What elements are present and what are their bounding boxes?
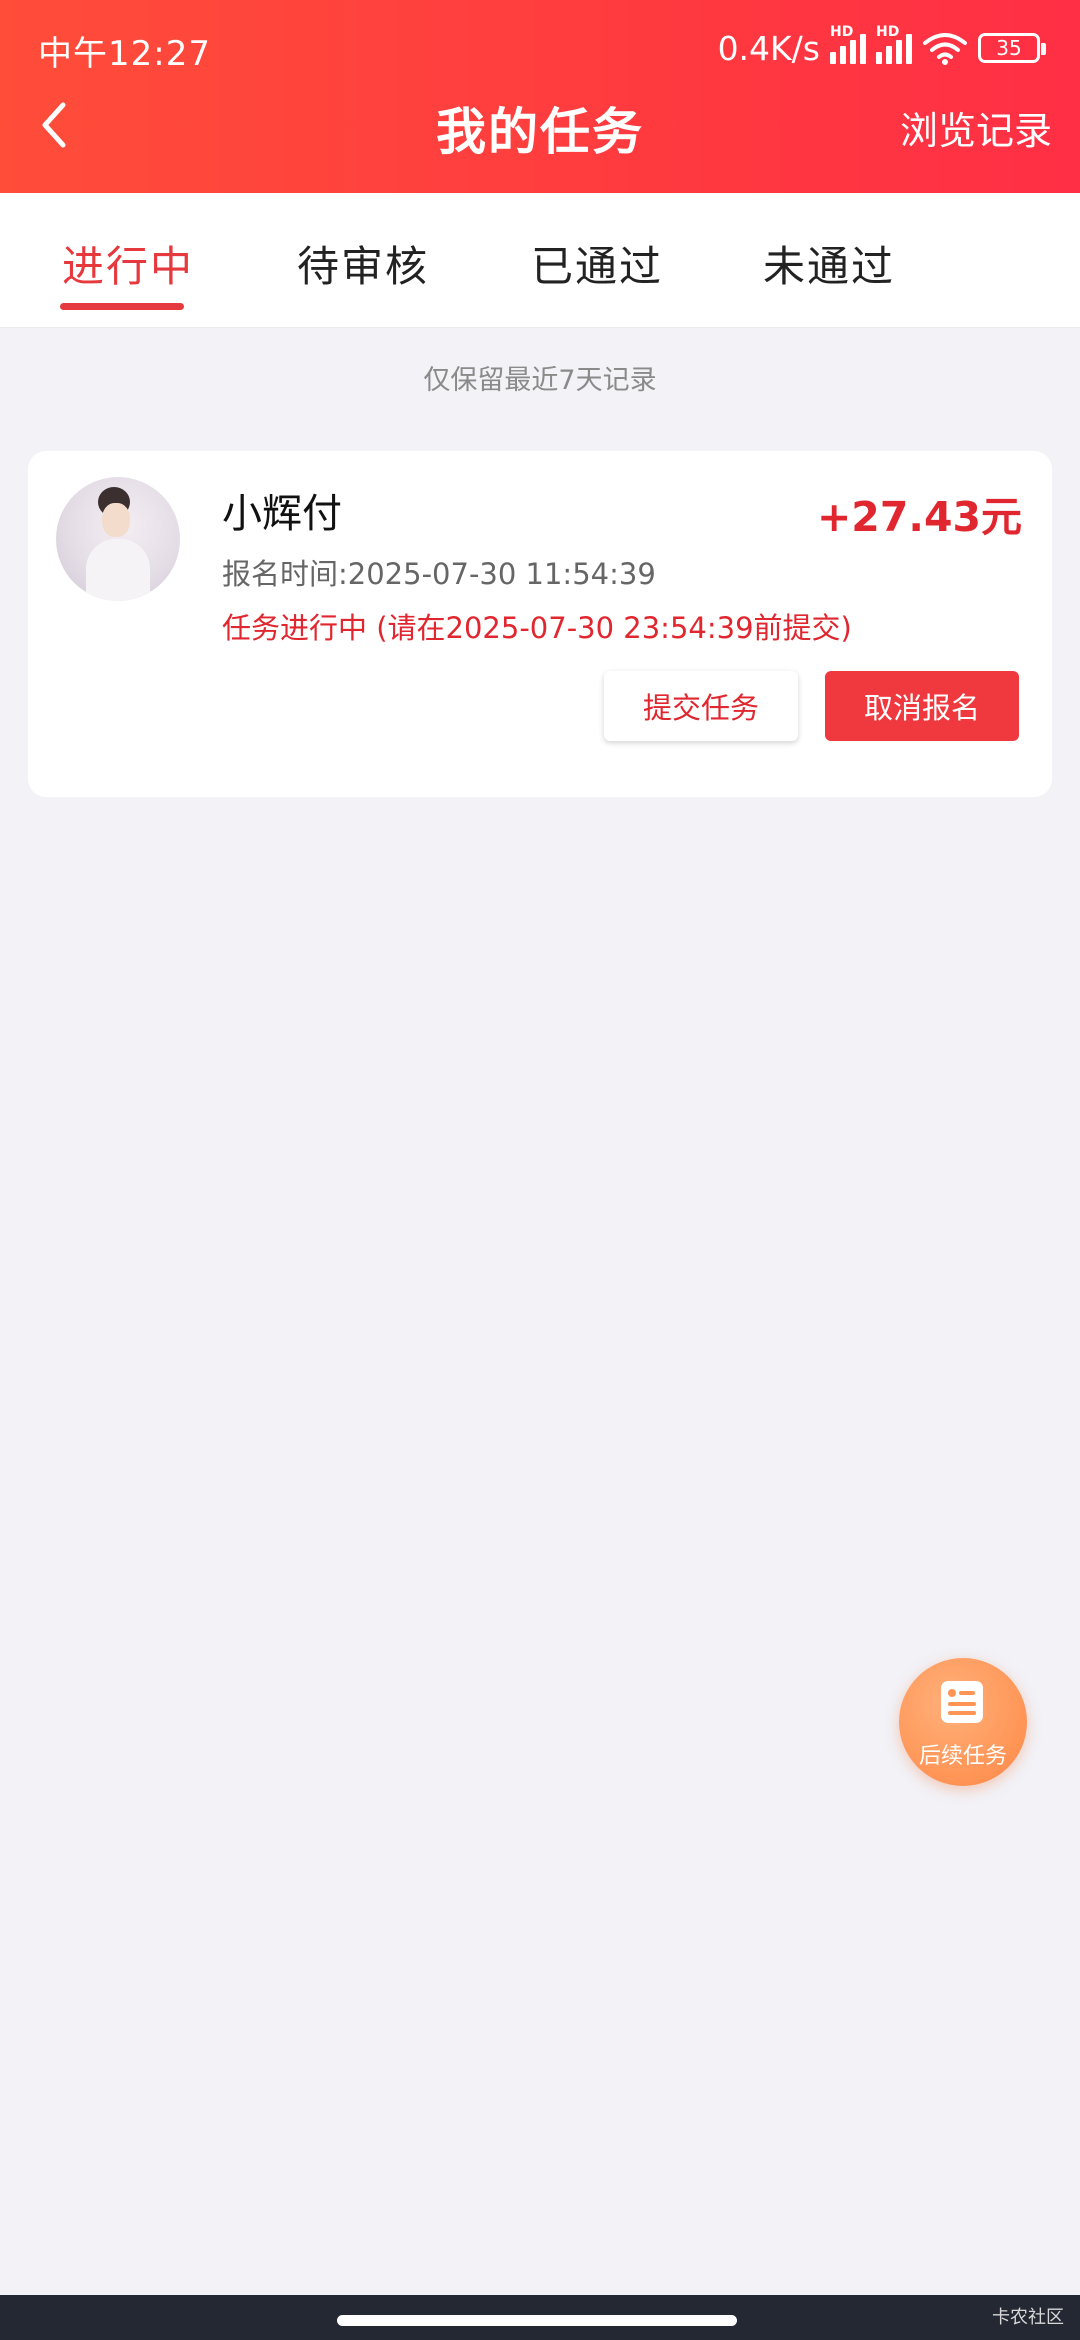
- tab-in-progress[interactable]: 进行中: [62, 233, 194, 294]
- signal-icon-2: HD: [876, 24, 912, 64]
- signal-icon: HD: [830, 24, 866, 64]
- signup-time: 报名时间:2025-07-30 11:54:39: [222, 557, 656, 591]
- tab-rejected[interactable]: 未通过: [763, 233, 895, 294]
- header: 中午12:27 0.4K/s HD HD 35 我的任务 浏览记录: [0, 0, 1080, 193]
- task-name: 小辉付: [222, 491, 342, 537]
- submit-task-button[interactable]: 提交任务: [604, 671, 798, 741]
- system-nav-bar: 卡农社区: [0, 2295, 1080, 2340]
- task-status: 任务进行中 (请在2025-07-30 23:54:39前提交): [222, 611, 852, 645]
- watermark: 卡农社区: [992, 2307, 1064, 2328]
- hd-badge-2: HD: [876, 24, 900, 40]
- browse-history-button[interactable]: 浏览记录: [900, 100, 1052, 155]
- fab-label: 后续任务: [918, 1744, 1007, 1769]
- hd-badge: HD: [830, 24, 854, 40]
- network-speed: 0.4K/s: [717, 28, 820, 68]
- status-time: 中午12:27: [38, 34, 211, 74]
- retention-notice: 仅保留最近7天记录: [423, 365, 657, 396]
- task-reward: +27.43元: [816, 493, 1022, 541]
- status-bar: 中午12:27 0.4K/s HD HD 35: [0, 0, 1080, 96]
- task-card[interactable]: 小辉付 +27.43元 报名时间:2025-07-30 11:54:39 任务进…: [28, 451, 1052, 797]
- wifi-icon: [923, 33, 967, 65]
- cancel-signup-button[interactable]: 取消报名: [825, 671, 1019, 741]
- avatar: [56, 477, 180, 601]
- task-list-icon: [941, 1681, 983, 1723]
- status-indicators: 0.4K/s HD HD 35: [717, 24, 1046, 70]
- home-indicator[interactable]: [337, 2315, 737, 2326]
- active-tab-indicator: [60, 303, 184, 310]
- tab-pending-review[interactable]: 待审核: [297, 233, 429, 294]
- tab-approved[interactable]: 已通过: [531, 233, 663, 294]
- battery-icon: 35: [978, 33, 1046, 63]
- follow-up-task-button[interactable]: 后续任务: [899, 1658, 1027, 1786]
